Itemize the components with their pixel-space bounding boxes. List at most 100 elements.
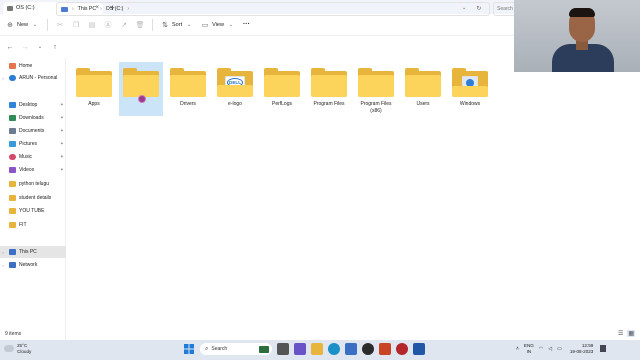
navigation-pane: Home › ARUN - Personal Desktop ✦ Downloa… bbox=[0, 58, 66, 340]
sidebar-item-this-pc[interactable]: › This PC bbox=[0, 246, 66, 258]
chevron-up-icon[interactable]: ˄ bbox=[516, 346, 519, 352]
sidebar-item-pictures[interactable]: Pictures ✦ bbox=[0, 138, 66, 150]
file-explorer-icon[interactable] bbox=[311, 343, 323, 355]
copy-button[interactable]: ❐ bbox=[72, 21, 80, 29]
breadcrumb-this-pc[interactable]: This PC bbox=[78, 6, 96, 12]
folder-icon bbox=[405, 67, 441, 97]
task-view-icon[interactable] bbox=[277, 343, 289, 355]
back-arrow-icon[interactable]: ← bbox=[6, 44, 14, 51]
pin-icon[interactable]: ✦ bbox=[60, 167, 64, 173]
up-arrow-icon[interactable]: ↑ bbox=[51, 44, 59, 51]
taskbar-apps: ⌕ Search bbox=[183, 343, 425, 355]
folder-item-e-logo[interactable]: DELL e-logo bbox=[213, 62, 257, 116]
battery-icon[interactable]: ▭ bbox=[557, 346, 562, 352]
volume-icon[interactable]: ◁ bbox=[548, 346, 552, 352]
folder-icon: DELL bbox=[217, 67, 253, 97]
home-icon bbox=[9, 63, 16, 69]
sidebar-item-downloads[interactable]: Downloads ✦ bbox=[0, 112, 66, 124]
breadcrumb-os-c[interactable]: OS (C:) bbox=[106, 6, 124, 12]
notification-icon[interactable] bbox=[600, 345, 607, 352]
store-icon[interactable] bbox=[345, 343, 357, 355]
recent-chevron-icon[interactable]: ⌄ bbox=[36, 44, 44, 50]
pin-icon[interactable]: ✦ bbox=[60, 141, 64, 147]
cut-button[interactable]: ✂ bbox=[56, 21, 64, 29]
plus-circle-icon: ⊕ bbox=[7, 21, 13, 29]
sidebar-item-label: Home bbox=[19, 63, 33, 69]
onedrive-icon bbox=[9, 75, 16, 81]
details-view-icon[interactable]: ☰ bbox=[618, 330, 623, 337]
pin-icon[interactable]: ✦ bbox=[60, 115, 64, 121]
folder-item-selected[interactable] bbox=[119, 62, 163, 116]
item-count: 9 items bbox=[5, 331, 22, 337]
sidebar-item-desktop[interactable]: Desktop ✦ bbox=[0, 99, 66, 111]
folder-item-drivers[interactable]: Drivers bbox=[166, 62, 210, 116]
app-blue-icon[interactable] bbox=[413, 343, 425, 355]
sidebar-item-label: Documents bbox=[19, 128, 45, 134]
wifi-icon[interactable]: ◠ bbox=[539, 346, 543, 352]
sidebar-item-home[interactable]: Home bbox=[0, 60, 66, 72]
language-region: IN bbox=[526, 348, 532, 354]
sidebar-item-python-telugu[interactable]: python telugu bbox=[0, 178, 66, 190]
expand-chevron-icon[interactable]: › bbox=[0, 250, 6, 255]
clock[interactable]: 12:59 19-08-2023 bbox=[570, 343, 594, 354]
folder-item-windows[interactable]: Windows bbox=[448, 62, 492, 116]
sort-icon: ⇅ bbox=[162, 21, 168, 29]
more-icon: ··· bbox=[242, 21, 250, 28]
chat-icon[interactable] bbox=[294, 343, 306, 355]
forward-arrow-icon[interactable]: → bbox=[21, 44, 29, 51]
folder-item-program-files[interactable]: Program Files bbox=[307, 62, 351, 116]
refresh-icon[interactable]: ↻ bbox=[476, 5, 481, 12]
sidebar-item-label: Videos bbox=[19, 167, 35, 173]
sidebar-item-label: FIT bbox=[19, 222, 27, 228]
sidebar-item-fit[interactable]: FIT bbox=[0, 219, 66, 231]
folder-label: e-logo bbox=[228, 101, 242, 107]
pin-icon[interactable]: ✦ bbox=[60, 102, 64, 108]
address-bar[interactable]: › This PC › OS (C:) › bbox=[56, 2, 490, 16]
view-button-label: View bbox=[212, 21, 224, 28]
pin-icon[interactable]: ✦ bbox=[60, 154, 64, 160]
sidebar-item-student-details[interactable]: student details bbox=[0, 192, 66, 204]
sort-button[interactable]: ⇅ Sort ⌄ bbox=[161, 21, 193, 29]
pictures-icon bbox=[9, 141, 16, 147]
tiles-view-icon[interactable]: ▦ bbox=[627, 330, 636, 337]
sidebar-item-network[interactable]: › Network bbox=[0, 259, 66, 271]
app-red-icon[interactable] bbox=[396, 343, 408, 355]
search-highlight-icon bbox=[259, 345, 269, 353]
sidebar-item-onedrive[interactable]: › ARUN - Personal bbox=[0, 72, 66, 84]
rename-button[interactable]: Ⓐ bbox=[104, 21, 112, 29]
folder-icon bbox=[264, 67, 300, 97]
folder-item-apps[interactable]: Apps bbox=[72, 62, 116, 116]
downloads-icon bbox=[9, 115, 16, 121]
taskbar: 25°C Cloudy ⌕ Search ˄ ENG IN ◠ ◁ ▭ 12:5… bbox=[0, 340, 640, 360]
start-icon[interactable] bbox=[183, 343, 195, 355]
address-dropdown-icon[interactable]: ⌄ bbox=[462, 5, 466, 12]
new-button-label: New bbox=[17, 21, 29, 28]
new-button[interactable]: ⊕ New ⌄ bbox=[6, 21, 39, 29]
more-options-button[interactable]: ··· bbox=[243, 21, 250, 28]
edge-icon[interactable] bbox=[328, 343, 340, 355]
sidebar-item-label: Network bbox=[19, 262, 38, 268]
taskbar-search[interactable]: ⌕ Search bbox=[200, 343, 272, 355]
folder-icon bbox=[123, 67, 159, 97]
view-button[interactable]: ▭ View ⌄ bbox=[201, 21, 235, 29]
share-button[interactable]: ↗ bbox=[120, 21, 128, 29]
folder-item-perflogs[interactable]: PerfLogs bbox=[260, 62, 304, 116]
view-toggle: ☰ ▦ bbox=[618, 330, 636, 337]
weather-widget[interactable]: 25°C Cloudy bbox=[4, 343, 31, 354]
paste-button[interactable]: ▤ bbox=[88, 21, 96, 29]
app-dark-icon[interactable] bbox=[362, 343, 374, 355]
powerpoint-icon[interactable] bbox=[379, 343, 391, 355]
system-tray: ˄ ENG IN ◠ ◁ ▭ 12:59 19-08-2023 bbox=[516, 343, 607, 354]
expand-chevron-icon[interactable]: › bbox=[0, 263, 6, 268]
delete-button[interactable]: 🗑 bbox=[136, 21, 145, 29]
sidebar-item-youtube[interactable]: YOU TUBE bbox=[0, 205, 66, 217]
expand-chevron-icon[interactable]: › bbox=[0, 76, 6, 81]
language-indicator[interactable]: ENG IN bbox=[524, 343, 534, 354]
folder-item-program-files-x86[interactable]: Program Files (x86) bbox=[354, 62, 398, 116]
sidebar-item-music[interactable]: Music ✦ bbox=[0, 151, 66, 163]
folder-item-users[interactable]: Users bbox=[401, 62, 445, 116]
sidebar-item-documents[interactable]: Documents ✦ bbox=[0, 125, 66, 137]
sidebar-item-videos[interactable]: Videos ✦ bbox=[0, 164, 66, 176]
pin-icon[interactable]: ✦ bbox=[60, 128, 64, 134]
sidebar-item-label: ARUN - Personal bbox=[19, 75, 58, 81]
